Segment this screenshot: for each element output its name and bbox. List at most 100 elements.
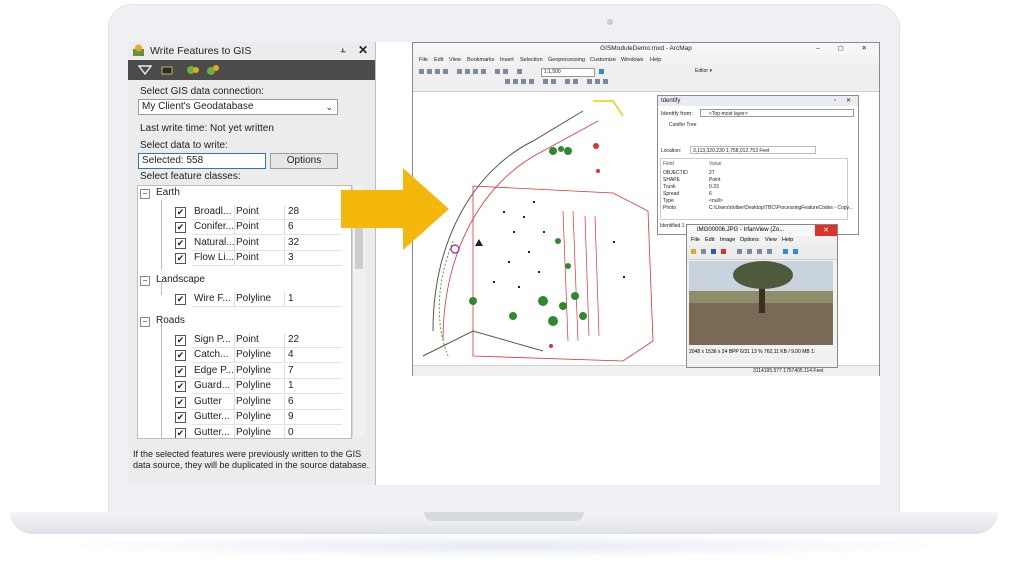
menu-help[interactable]: Help xyxy=(650,57,661,63)
open-icon[interactable] xyxy=(427,69,432,74)
undo-icon[interactable] xyxy=(767,249,772,254)
checkbox[interactable]: ✔ xyxy=(175,366,186,377)
close-button[interactable]: ✕ xyxy=(815,225,837,236)
menu-selection[interactable]: Selection xyxy=(520,57,543,63)
table-row[interactable]: ✔ Catch... Polyline 4 xyxy=(138,348,351,363)
checkbox[interactable]: ✔ xyxy=(175,238,186,249)
table-row[interactable]: ✔ Gutter... Polyline 9 xyxy=(138,410,351,425)
save-icon[interactable] xyxy=(711,249,716,254)
checkbox[interactable]: ✔ xyxy=(175,381,186,392)
back-icon[interactable] xyxy=(543,79,548,84)
connection-select[interactable]: My Client's Geodatabase ⌄ xyxy=(138,99,338,115)
zoom-out-icon[interactable] xyxy=(513,79,518,84)
checkbox[interactable]: ✔ xyxy=(175,350,186,361)
table-row[interactable]: Photo C:\Users\rtolber\Desktop\TBC\Proces… xyxy=(661,205,853,212)
collapse-icon[interactable]: − xyxy=(140,189,150,199)
pan-icon[interactable] xyxy=(521,79,526,84)
table-row[interactable]: ✔ Edge P... Polyline 7 xyxy=(138,364,351,379)
filter-icon[interactable] xyxy=(138,63,152,77)
add-data-icon[interactable] xyxy=(517,69,522,74)
table-row[interactable]: ✔ Flow Li... Point 3 xyxy=(138,251,351,266)
menu-customize[interactable]: Customize xyxy=(590,57,616,63)
new-map-icon[interactable] xyxy=(419,69,424,74)
options-button[interactable]: Options xyxy=(270,153,338,169)
menu-help[interactable]: Help xyxy=(782,237,793,243)
close-icon[interactable]: ✕ xyxy=(358,43,368,57)
cut-icon[interactable] xyxy=(737,249,742,254)
window-controls-icon[interactable]: ▫ ✕ xyxy=(834,96,855,106)
table-row[interactable]: Type <null> xyxy=(661,198,847,205)
undo-icon[interactable] xyxy=(495,69,500,74)
identify-from-select[interactable]: <Top-most layer> xyxy=(700,109,854,117)
identify-icon[interactable] xyxy=(587,79,592,84)
menu-insert[interactable]: Insert xyxy=(500,57,514,63)
selected-data-field[interactable]: Selected: 558 xyxy=(138,153,266,169)
editor-icon[interactable] xyxy=(599,69,604,74)
identify-tree-item[interactable]: Conifer Tree xyxy=(661,122,697,128)
checkbox[interactable]: ✔ xyxy=(175,412,186,423)
layer-icon[interactable] xyxy=(160,63,174,77)
table-row[interactable]: ✔ Guard... Polyline 1 xyxy=(138,379,351,394)
checkbox[interactable]: ✔ xyxy=(175,294,186,305)
menu-file[interactable]: File xyxy=(419,57,428,63)
collapse-icon[interactable]: − xyxy=(140,276,150,286)
measure-icon[interactable] xyxy=(603,79,608,84)
menu-edit[interactable]: Edit xyxy=(705,237,714,243)
table-row[interactable]: ✔ Gutter Polyline 6 xyxy=(138,395,351,410)
export-icon[interactable] xyxy=(186,63,200,77)
table-row[interactable]: ✔ Broadl... Point 28 xyxy=(138,205,351,220)
table-row[interactable]: ✔ Natural... Point 32 xyxy=(138,236,351,251)
info-icon[interactable] xyxy=(783,249,788,254)
menu-options[interactable]: Options xyxy=(740,237,759,243)
paste-icon[interactable] xyxy=(473,69,478,74)
full-extent-icon[interactable] xyxy=(529,79,534,84)
table-row[interactable]: Spread 6 xyxy=(661,191,847,198)
save-icon[interactable] xyxy=(435,69,440,74)
print-icon[interactable] xyxy=(443,69,448,74)
checkbox[interactable]: ✔ xyxy=(175,207,186,218)
menu-view[interactable]: View xyxy=(449,57,461,63)
delete-icon[interactable] xyxy=(481,69,486,74)
checkbox[interactable]: ✔ xyxy=(175,222,186,233)
table-row[interactable]: ✔ Conifer... Point 6 xyxy=(138,220,351,235)
table-row[interactable]: SHAPE Point xyxy=(661,177,847,184)
select-features-icon[interactable] xyxy=(565,79,570,84)
clear-selection-icon[interactable] xyxy=(573,79,578,84)
menu-bookmarks[interactable]: Bookmarks xyxy=(467,57,495,63)
copy-icon[interactable] xyxy=(747,249,752,254)
redo-icon[interactable] xyxy=(503,69,508,74)
checkbox[interactable]: ✔ xyxy=(175,335,186,346)
table-row[interactable]: ✔ Gutter... Polyline 0 xyxy=(138,426,351,438)
delete-icon[interactable] xyxy=(721,249,726,254)
menu-windows[interactable]: Windows xyxy=(621,57,643,63)
menu-image[interactable]: Image xyxy=(720,237,735,243)
checkbox[interactable]: ✔ xyxy=(175,428,186,438)
chevron-down-icon[interactable]: ⌄ xyxy=(325,102,333,113)
table-row[interactable]: Trunk 0.33 xyxy=(661,184,847,191)
menu-view[interactable]: View xyxy=(765,237,777,243)
scale-combo[interactable]: 1:1,500 xyxy=(541,68,595,77)
forward-icon[interactable] xyxy=(551,79,556,84)
table-row[interactable]: ✔ Sign P... Point 22 xyxy=(138,333,351,348)
pin-icon[interactable]: ⫠ xyxy=(340,44,346,55)
table-row[interactable]: OBJECTID 27 xyxy=(661,170,847,177)
slideshow-icon[interactable] xyxy=(701,249,706,254)
zoom-in-icon[interactable] xyxy=(505,79,510,84)
menu-edit[interactable]: Edit xyxy=(434,57,443,63)
menu-geoprocessing[interactable]: Geoprocessing xyxy=(548,57,585,63)
checkbox[interactable]: ✔ xyxy=(175,253,186,264)
zoom-icon[interactable] xyxy=(793,249,798,254)
menu-file[interactable]: File xyxy=(691,237,700,243)
paste-icon[interactable] xyxy=(757,249,762,254)
open-icon[interactable] xyxy=(691,249,696,254)
editor-menu[interactable]: Editor ▾ xyxy=(695,68,712,74)
location-value: 3,113,320.230 1,758,012.753 Feet xyxy=(690,146,816,154)
table-row[interactable]: ✔ Wire F... Polyline 1 xyxy=(138,292,351,307)
find-icon[interactable] xyxy=(595,79,600,84)
sync-icon[interactable] xyxy=(206,63,220,77)
cut-icon[interactable] xyxy=(457,69,462,74)
checkbox[interactable]: ✔ xyxy=(175,397,186,408)
collapse-icon[interactable]: − xyxy=(140,317,150,327)
window-controls-icon[interactable]: – ▢ ✕ xyxy=(816,43,875,55)
copy-icon[interactable] xyxy=(465,69,470,74)
